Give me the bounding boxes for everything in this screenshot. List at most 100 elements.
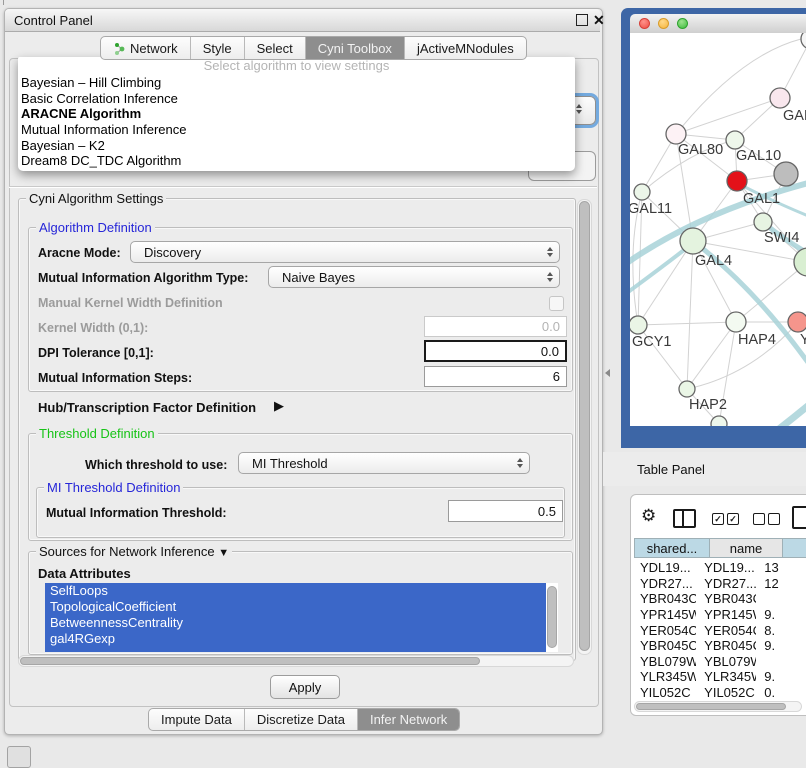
tab-select[interactable]: Select (245, 37, 306, 59)
collapse-arrow-icon[interactable]: ▼ (218, 547, 229, 559)
table-hscrollbar-thumb[interactable] (636, 703, 786, 710)
table-cell: YBL079W (634, 654, 696, 669)
network-node-hap2[interactable] (679, 381, 695, 397)
close-panel-icon[interactable]: ✕ (593, 12, 605, 29)
network-edge[interactable] (687, 241, 693, 389)
settings-vscrollbar-thumb[interactable] (579, 201, 590, 651)
network-node-n-bot[interactable] (711, 416, 727, 426)
manual-kernel-checkbox[interactable] (549, 296, 564, 311)
control-panel-title: Control Panel (14, 13, 93, 28)
network-edge[interactable] (638, 322, 736, 325)
algorithm-option[interactable]: Basic Correlation Inference (18, 91, 575, 107)
close-window-icon[interactable] (639, 18, 650, 29)
table-cell: YPR145W (634, 607, 696, 622)
mi-algorithm-type-label: Mutual Information Algorithm Type: (38, 271, 248, 285)
tab-infer-network[interactable]: Infer Network (358, 709, 459, 730)
mi-steps-field[interactable]: 6 (424, 366, 567, 387)
table-row[interactable]: YLR345WYLR345W9. (634, 669, 806, 685)
file-icon[interactable] (792, 506, 806, 529)
minimized-panel-icon[interactable] (7, 746, 31, 768)
tab-discretize-data[interactable]: Discretize Data (245, 709, 358, 730)
table-row[interactable]: YIL052CYIL052C0. (634, 685, 806, 698)
network-node-label: GCY1 (632, 334, 672, 350)
minimize-window-icon[interactable] (658, 18, 669, 29)
table-row[interactable]: YDL19...YDL19...13 (634, 560, 806, 576)
network-edge-thick[interactable] (758, 383, 806, 426)
table-row[interactable]: YBR045CYBR045C9. (634, 638, 806, 654)
column-header-partial[interactable] (783, 538, 806, 558)
select-all-rows-icon[interactable]: ✓ ✓ (712, 513, 739, 525)
stepper-arrows-icon (576, 104, 582, 114)
attribute-item-selected[interactable]: SelfLoops (45, 583, 546, 599)
algorithm-option[interactable]: Bayesian – K2 (18, 138, 575, 154)
mi-threshold-field[interactable]: 0.5 (448, 500, 563, 522)
cyni-bottom-tabbar: Impute Data Discretize Data Infer Networ… (148, 708, 460, 731)
tab-network[interactable]: Network (101, 37, 191, 59)
algorithm-option[interactable]: Bayesian – Hill Climbing (18, 75, 575, 91)
column-header-shared-name[interactable]: shared... (634, 538, 710, 558)
table-cell: YPR145W (696, 607, 756, 622)
network-node-gray-node[interactable] (774, 162, 798, 186)
network-node-gal11[interactable] (634, 184, 650, 200)
table-row[interactable]: YBL079WYBL079W (634, 654, 806, 670)
mi-algorithm-type-combo[interactable]: Naive Bayes (268, 266, 560, 288)
tab-impute-data[interactable]: Impute Data (149, 709, 245, 730)
settings-hscrollbar-thumb[interactable] (20, 657, 480, 665)
network-node-gal-pink[interactable] (770, 88, 790, 108)
algorithm-option[interactable]: Dream8 DC_TDC Algorithm (18, 153, 575, 169)
gear-icon[interactable]: ⚙ (641, 506, 656, 526)
network-node-swi4[interactable] (754, 213, 772, 231)
attribute-item-selected[interactable]: BetweennessCentrality (45, 615, 546, 631)
network-node-gcy1[interactable] (630, 316, 647, 334)
dpi-tolerance-label: DPI Tolerance [0,1]: (38, 346, 154, 360)
kernel-width-field[interactable]: 0.0 (424, 316, 567, 337)
apply-button[interactable]: Apply (270, 675, 340, 699)
network-node-gal80[interactable] (666, 124, 686, 144)
network-node-gal4[interactable] (680, 228, 706, 254)
attribute-item-selected[interactable]: TopologicalCoefficient (45, 599, 546, 615)
tab-jactivemnodules[interactable]: jActiveMNodules (405, 37, 526, 59)
control-panel-tabbar: Network Style Select Cyni Toolbox jActiv… (100, 36, 527, 60)
attribute-item-selected[interactable]: gal4RGexp (45, 631, 546, 647)
network-edge[interactable] (687, 322, 736, 389)
network-node-label: GAL4 (695, 253, 732, 269)
table-row[interactable]: YBR043CYBR043C (634, 591, 806, 607)
aracne-mode-combo[interactable]: Discovery (130, 241, 560, 263)
network-node-label: HAP2 (689, 397, 727, 413)
network-node-gal1[interactable] (727, 171, 747, 191)
network-node-n-top[interactable] (801, 33, 806, 49)
tab-style[interactable]: Style (191, 37, 245, 59)
which-threshold-combo[interactable]: MI Threshold (238, 452, 530, 474)
network-canvas[interactable]: GALGAL80GAL10GAL1GAL11SWI4GAL4GCY1HAP4YH… (630, 33, 806, 426)
algorithm-option-highlighted[interactable]: ARACNE Algorithm (18, 106, 575, 122)
mi-steps-label: Mutual Information Steps: (38, 371, 192, 385)
tab-cyni-toolbox[interactable]: Cyni Toolbox (306, 37, 405, 59)
cyni-algorithm-settings-title: Cyni Algorithm Settings (26, 191, 166, 206)
attributes-vscrollbar-thumb[interactable] (547, 586, 557, 648)
deselect-all-rows-icon[interactable] (753, 513, 780, 525)
table-cell: YIL052C (696, 685, 756, 698)
network-node-salmon-node[interactable] (788, 312, 806, 332)
table-row[interactable]: YDR27...YDR27...12 (634, 576, 806, 592)
table-cell: 12 (756, 576, 806, 591)
threshold-definition-title: Threshold Definition (36, 426, 158, 441)
table-cell: YBL079W (696, 654, 756, 669)
column-layout-icon[interactable] (673, 509, 696, 528)
network-node-label: GAL80 (678, 142, 723, 158)
table-row[interactable]: YER054CYER054C8. (634, 622, 806, 638)
column-header-name[interactable]: name (710, 538, 783, 558)
network-node-gal10[interactable] (726, 131, 744, 149)
expand-arrow-icon[interactable]: ▶ (274, 398, 284, 414)
table-cell: 13 (756, 560, 806, 575)
float-panel-icon[interactable] (576, 14, 588, 26)
dpi-tolerance-field[interactable]: 0.0 (424, 340, 567, 362)
table-cell: YER054C (696, 623, 756, 638)
algorithm-option[interactable]: Mutual Information Inference (18, 122, 575, 138)
network-node-hap4[interactable] (726, 312, 746, 332)
zoom-window-icon[interactable] (677, 18, 688, 29)
table-row[interactable]: YPR145WYPR145W9. (634, 607, 806, 623)
network-node-label: GAL (783, 108, 806, 124)
mi-threshold-definition-title: MI Threshold Definition (44, 480, 183, 495)
stepper-arrows-icon (547, 247, 553, 257)
splitter-collapse-icon[interactable] (605, 369, 610, 377)
